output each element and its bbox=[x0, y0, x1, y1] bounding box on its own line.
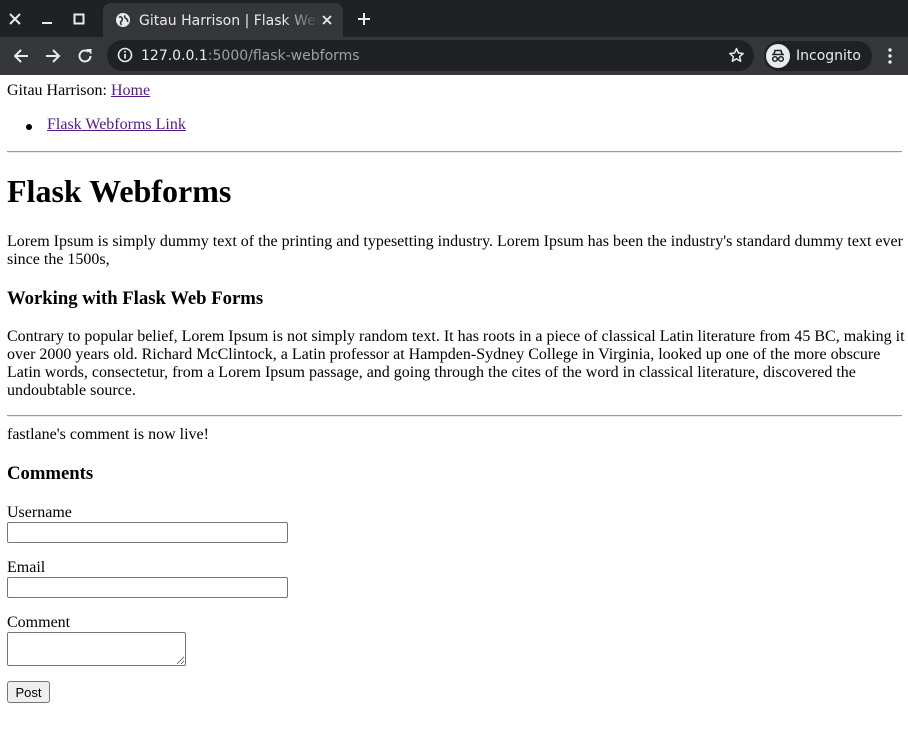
tab-close-button[interactable] bbox=[319, 12, 335, 28]
username-label: Username bbox=[7, 504, 72, 521]
section-heading: Working with Flask Web Forms bbox=[7, 288, 264, 309]
page-title: Flask Webforms bbox=[7, 173, 232, 209]
reload-button[interactable] bbox=[73, 44, 97, 68]
maximize-icon bbox=[73, 13, 85, 24]
browser-chrome: Gitau Harrison | Flask Webforms 127.0.0.… bbox=[0, 0, 908, 75]
incognito-label: Incognito bbox=[796, 48, 861, 64]
intro-paragraph: Lorem Ipsum is simply dummy text of the … bbox=[7, 233, 903, 268]
globe-icon bbox=[116, 13, 130, 27]
body-paragraph: Contrary to popular belief, Lorem Ipsum … bbox=[7, 328, 905, 399]
new-tab-button[interactable] bbox=[354, 9, 374, 29]
site-brand: Gitau Harrison: Home bbox=[7, 82, 150, 100]
comment-textarea[interactable] bbox=[7, 632, 186, 666]
incognito-profile-button[interactable]: Incognito bbox=[764, 41, 872, 71]
plus-icon bbox=[358, 13, 370, 25]
email-input[interactable] bbox=[7, 577, 288, 598]
brand-text: Gitau Harrison: bbox=[7, 82, 111, 99]
comment-label: Comment bbox=[7, 614, 71, 631]
username-input[interactable] bbox=[7, 522, 288, 543]
divider bbox=[7, 151, 902, 153]
browser-toolbar: 127.0.0.1:5000/flask-webforms Incognito bbox=[0, 37, 908, 75]
star-icon[interactable] bbox=[728, 47, 745, 64]
browser-tab-active[interactable]: Gitau Harrison | Flask Webforms bbox=[103, 3, 343, 37]
flash-message: fastlane's comment is now live! bbox=[7, 426, 209, 443]
post-button[interactable]: Post bbox=[7, 681, 50, 703]
close-icon bbox=[322, 15, 332, 25]
url-text[interactable]: 127.0.0.1:5000/flask-webforms bbox=[141, 46, 360, 66]
flask-webforms-nav-link[interactable]: Flask Webforms Link bbox=[47, 116, 186, 134]
window-maximize-button[interactable] bbox=[64, 0, 94, 37]
url-host: 127.0.0.1 bbox=[141, 48, 208, 64]
window-close-button[interactable] bbox=[0, 0, 30, 37]
page-content: Gitau Harrison: Home Flask Webforms Link… bbox=[0, 75, 908, 730]
back-button[interactable] bbox=[9, 44, 33, 68]
minimize-icon bbox=[42, 21, 52, 24]
forward-button[interactable] bbox=[41, 44, 65, 68]
arrow-left-icon bbox=[13, 49, 28, 63]
tab-strip: Gitau Harrison | Flask Webforms bbox=[0, 0, 908, 37]
list-bullet bbox=[26, 124, 32, 130]
info-icon[interactable] bbox=[117, 47, 133, 63]
comments-heading: Comments bbox=[7, 463, 94, 484]
reload-icon bbox=[78, 49, 92, 63]
divider bbox=[7, 415, 902, 417]
close-icon bbox=[9, 12, 21, 25]
incognito-icon bbox=[766, 44, 790, 68]
url-path: :5000/flask-webforms bbox=[207, 48, 360, 64]
browser-menu-button[interactable] bbox=[880, 44, 900, 68]
more-vertical-icon bbox=[888, 48, 892, 64]
home-link[interactable]: Home bbox=[111, 82, 150, 99]
window-minimize-button[interactable] bbox=[32, 0, 62, 37]
arrow-right-icon bbox=[46, 49, 61, 63]
tab-title: Gitau Harrison | Flask Webforms bbox=[139, 13, 319, 29]
address-bar[interactable]: 127.0.0.1:5000/flask-webforms bbox=[107, 40, 754, 71]
email-label: Email bbox=[7, 559, 46, 576]
